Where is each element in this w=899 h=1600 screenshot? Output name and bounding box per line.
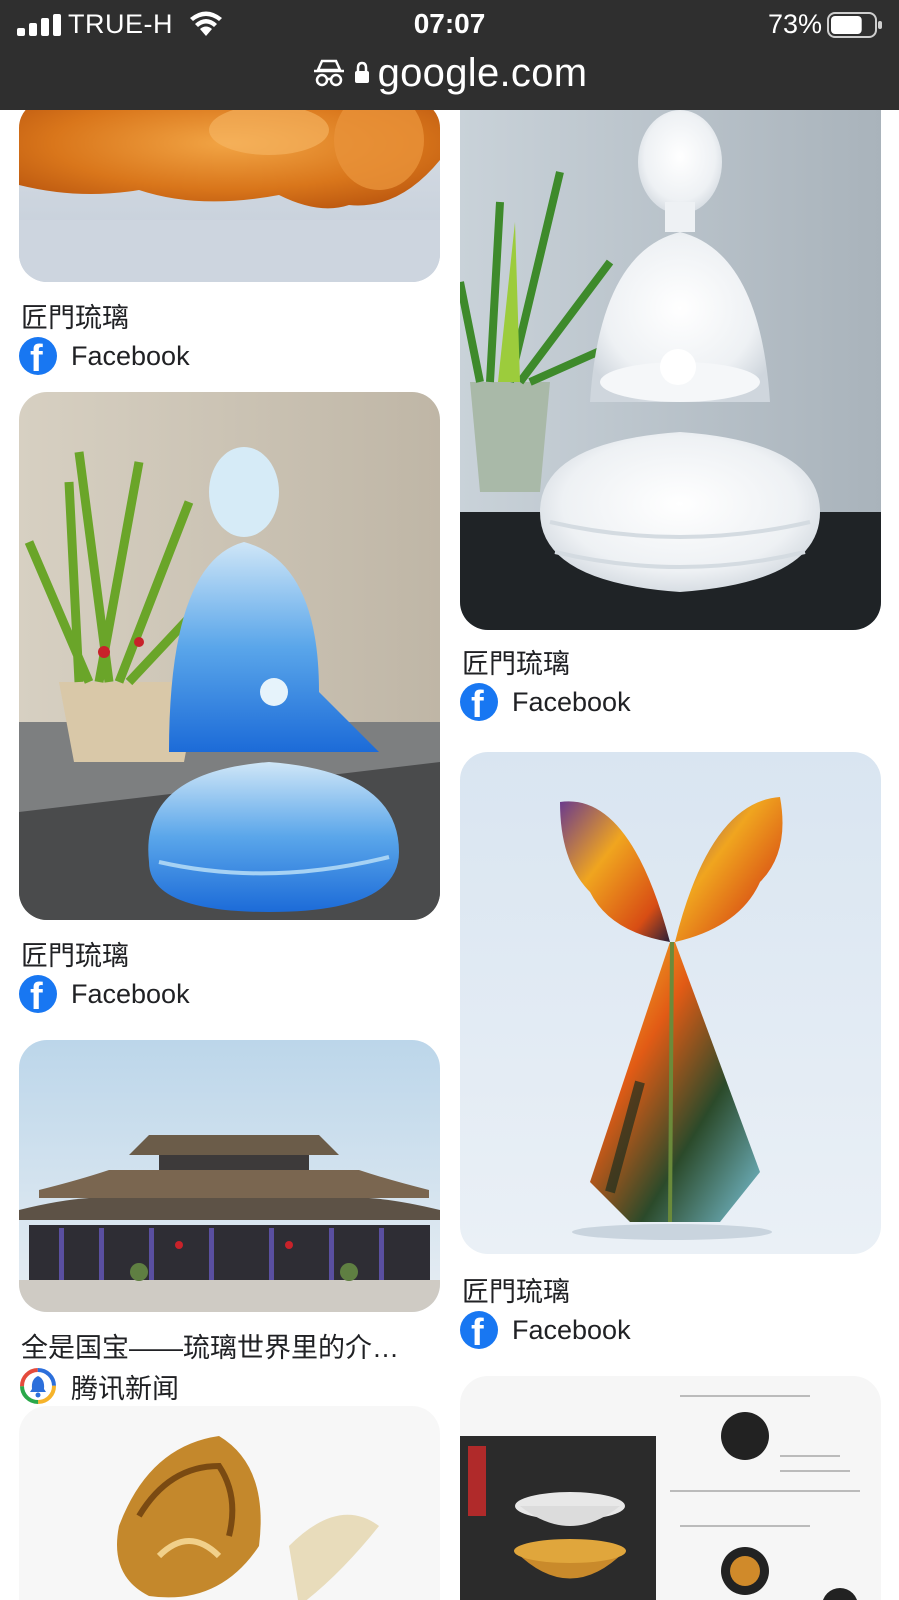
- result-title: 全是国宝——琉璃世界里的介…: [21, 1333, 399, 1363]
- result-card[interactable]: 匠門琉璃 f Facebook: [460, 752, 881, 1352]
- result-source[interactable]: f Facebook: [460, 682, 631, 722]
- facebook-icon: f: [460, 1311, 498, 1349]
- clock: 07:07: [413, 8, 486, 39]
- incognito-icon: [313, 59, 344, 87]
- white-crystal-buddha-image[interactable]: [460, 110, 881, 630]
- result-title: 匠門琉璃: [21, 303, 129, 333]
- result-source[interactable]: f Facebook: [19, 336, 190, 376]
- blue-glass-buddha-image[interactable]: [19, 392, 440, 920]
- battery-icon: [827, 12, 882, 38]
- result-source-label: Facebook: [512, 686, 631, 717]
- tencent-news-icon: [20, 1368, 56, 1404]
- facebook-icon: f: [19, 975, 57, 1013]
- status-bar: TRUE-H 07:07 73%: [0, 0, 899, 48]
- result-source[interactable]: f Facebook: [19, 974, 190, 1014]
- temple-building-image[interactable]: [19, 1040, 440, 1312]
- url-text: google.com: [377, 50, 588, 95]
- result-card[interactable]: 匠門琉璃 f Facebook: [460, 110, 881, 722]
- result-title: 匠門琉璃: [462, 1277, 570, 1307]
- image-results-grid: 匠門琉璃 f Facebook 匠門琉璃 f Facebook 匠門琉璃 f F…: [0, 110, 899, 1600]
- result-source-label: Facebook: [71, 340, 190, 371]
- amber-glass-buddha-image[interactable]: [19, 110, 440, 282]
- result-card[interactable]: 全是国宝——琉璃世界里的介… 腾讯新闻: [19, 1040, 440, 1410]
- result-source[interactable]: 腾讯新闻: [19, 1366, 179, 1406]
- result-source[interactable]: f Facebook: [460, 1310, 631, 1350]
- result-card[interactable]: 匠門琉璃 f Facebook: [19, 392, 440, 1013]
- facebook-icon: f: [19, 337, 57, 375]
- result-source-label: 腾讯新闻: [71, 1373, 179, 1404]
- butterfly-glass-sculpture-image[interactable]: [460, 752, 881, 1254]
- result-card[interactable]: [460, 1376, 881, 1600]
- tea-bowl-product-sheet-image[interactable]: [460, 1376, 881, 1600]
- golden-glass-artwork-image[interactable]: [19, 1406, 440, 1600]
- result-title: 匠門琉璃: [462, 649, 570, 679]
- facebook-icon: f: [460, 683, 498, 721]
- browser-top-bar: TRUE-H 07:07 73% google.com: [0, 0, 899, 110]
- result-source-label: Facebook: [71, 978, 190, 1009]
- result-title: 匠門琉璃: [21, 941, 129, 971]
- battery-percentage: 73%: [767, 9, 822, 39]
- result-card[interactable]: [19, 1406, 440, 1600]
- result-source-label: Facebook: [512, 1314, 631, 1345]
- lock-icon: [354, 61, 369, 83]
- address-bar[interactable]: google.com: [0, 46, 899, 100]
